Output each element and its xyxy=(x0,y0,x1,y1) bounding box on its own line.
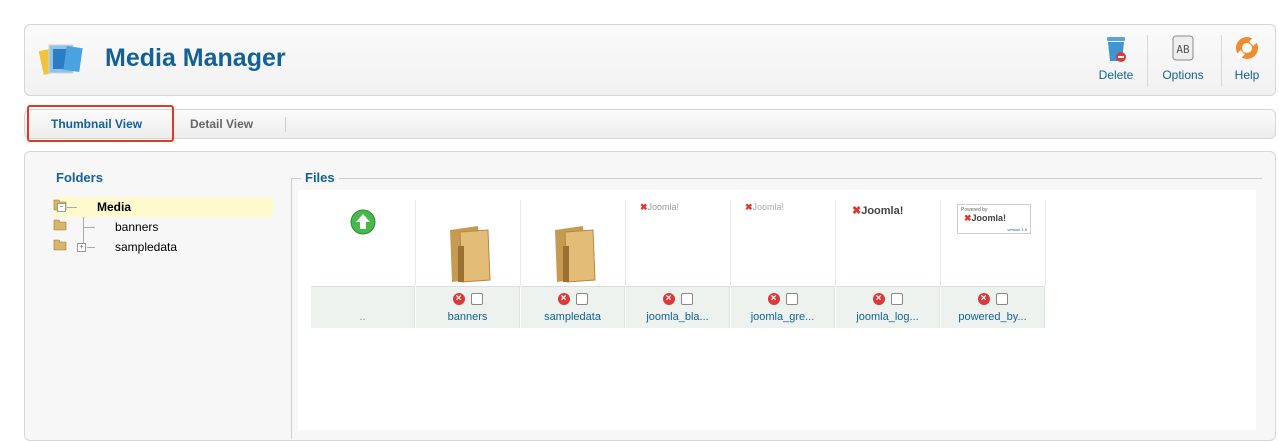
delete-button[interactable]: Delete xyxy=(1091,33,1141,89)
options-icon: AB xyxy=(1172,35,1194,61)
active-tab-highlight xyxy=(27,105,174,142)
options-button[interactable]: AB Options xyxy=(1153,33,1213,89)
thumbnail[interactable]: ✖Joomla! xyxy=(626,200,731,286)
delete-icon[interactable]: × xyxy=(767,292,780,305)
thumbnail[interactable]: ✖Joomla! xyxy=(731,200,836,286)
control-row xyxy=(311,287,414,311)
folder-icon xyxy=(53,219,67,231)
thumbnail[interactable]: ✖Joomla! xyxy=(836,200,941,286)
expand-toggle-icon[interactable]: + xyxy=(77,243,86,252)
file-name[interactable]: powered_by... xyxy=(941,311,1044,323)
file-name[interactable]: joomla_gre... xyxy=(731,311,834,323)
file-item-joomla-logo[interactable]: ✖Joomla! × joomla_log... xyxy=(836,200,941,328)
item-controls: × joomla_gre... xyxy=(731,286,835,328)
tab-separator xyxy=(285,117,286,132)
joomla-logo-image: ✖Joomla! xyxy=(852,205,904,217)
select-checkbox[interactable] xyxy=(785,292,798,305)
thumbnail[interactable] xyxy=(416,200,521,286)
page-title: Media Manager xyxy=(105,44,286,72)
file-name[interactable]: joomla_log... xyxy=(836,311,939,323)
file-item-joomla-black[interactable]: ✖Joomla! × joomla_bla... xyxy=(626,200,731,328)
folder-icon xyxy=(555,226,596,283)
toolbar: Media Manager Delete AB Options Help xyxy=(24,24,1276,96)
file-name[interactable]: banners xyxy=(416,311,519,323)
item-controls: × powered_by... xyxy=(941,286,1045,328)
item-controls: .. xyxy=(311,286,415,328)
file-item-sampledata[interactable]: × sampledata xyxy=(521,200,626,328)
tree-item-media[interactable]: − Media xyxy=(53,197,273,217)
folder-icon xyxy=(450,226,491,283)
file-item-banners[interactable]: × banners xyxy=(416,200,521,328)
select-checkbox[interactable] xyxy=(470,292,483,305)
up-arrow-icon xyxy=(350,209,376,235)
item-controls: × sampledata xyxy=(521,286,625,328)
tree-line xyxy=(83,227,95,228)
powered-by-badge-image: Powered by ✖Joomla! version 1.5 xyxy=(957,204,1031,234)
trash-icon xyxy=(1107,37,1126,62)
thumbnail[interactable]: Powered by ✖Joomla! version 1.5 xyxy=(941,200,1046,286)
thumbnail[interactable] xyxy=(311,200,416,286)
tree-label-banners: banners xyxy=(115,220,159,234)
lifebuoy-icon xyxy=(1236,37,1258,59)
toolbar-separator xyxy=(1147,35,1148,87)
tree-line xyxy=(67,207,77,208)
collapse-toggle-icon[interactable]: − xyxy=(57,203,66,212)
file-name[interactable]: joomla_bla... xyxy=(626,311,729,323)
media-manager-logo-icon xyxy=(39,44,83,75)
tree-line xyxy=(87,247,95,248)
select-checkbox[interactable] xyxy=(680,292,693,305)
file-name[interactable]: sampledata xyxy=(521,311,624,323)
tree-label-sampledata: sampledata xyxy=(115,240,178,254)
file-item-up[interactable]: .. xyxy=(311,200,416,328)
item-controls: × joomla_bla... xyxy=(626,286,730,328)
delete-icon[interactable]: × xyxy=(662,292,675,305)
select-checkbox[interactable] xyxy=(995,292,1008,305)
svg-text:AB: AB xyxy=(1176,43,1190,56)
file-name[interactable]: .. xyxy=(311,311,414,323)
select-checkbox[interactable] xyxy=(575,292,588,305)
thumbnail[interactable] xyxy=(521,200,626,286)
file-item-joomla-green[interactable]: ✖Joomla! × joomla_gre... xyxy=(731,200,836,328)
tab-detail-view[interactable]: Detail View xyxy=(190,117,253,131)
select-checkbox[interactable] xyxy=(890,292,903,305)
delete-icon[interactable]: × xyxy=(872,292,885,305)
item-controls: × banners xyxy=(416,286,520,328)
folders-heading: Folders xyxy=(56,170,103,185)
joomla-logo-image: ✖Joomla! xyxy=(745,202,785,212)
tree-item-sampledata[interactable]: + sampledata xyxy=(53,237,273,257)
folder-tree: − Media banners + sampledata xyxy=(53,197,273,257)
delete-icon[interactable]: × xyxy=(977,292,990,305)
file-item-powered-by[interactable]: Powered by ✖Joomla! version 1.5 × powere… xyxy=(941,200,1046,328)
toolbar-separator xyxy=(1221,35,1222,87)
options-label: Options xyxy=(1162,68,1204,82)
tree-item-banners[interactable]: banners xyxy=(53,217,273,237)
help-label: Help xyxy=(1234,68,1260,82)
delete-icon[interactable]: × xyxy=(452,292,465,305)
tree-label-media: Media xyxy=(97,200,132,214)
delete-label: Delete xyxy=(1098,68,1134,82)
help-button[interactable]: Help xyxy=(1227,33,1267,89)
files-heading: Files xyxy=(301,170,339,185)
joomla-logo-image: ✖Joomla! xyxy=(640,202,680,212)
delete-icon[interactable]: × xyxy=(557,292,570,305)
item-controls: × joomla_log... xyxy=(836,286,940,328)
folder-icon xyxy=(53,239,67,251)
view-tabs: Thumbnail View Detail View xyxy=(24,109,1276,139)
